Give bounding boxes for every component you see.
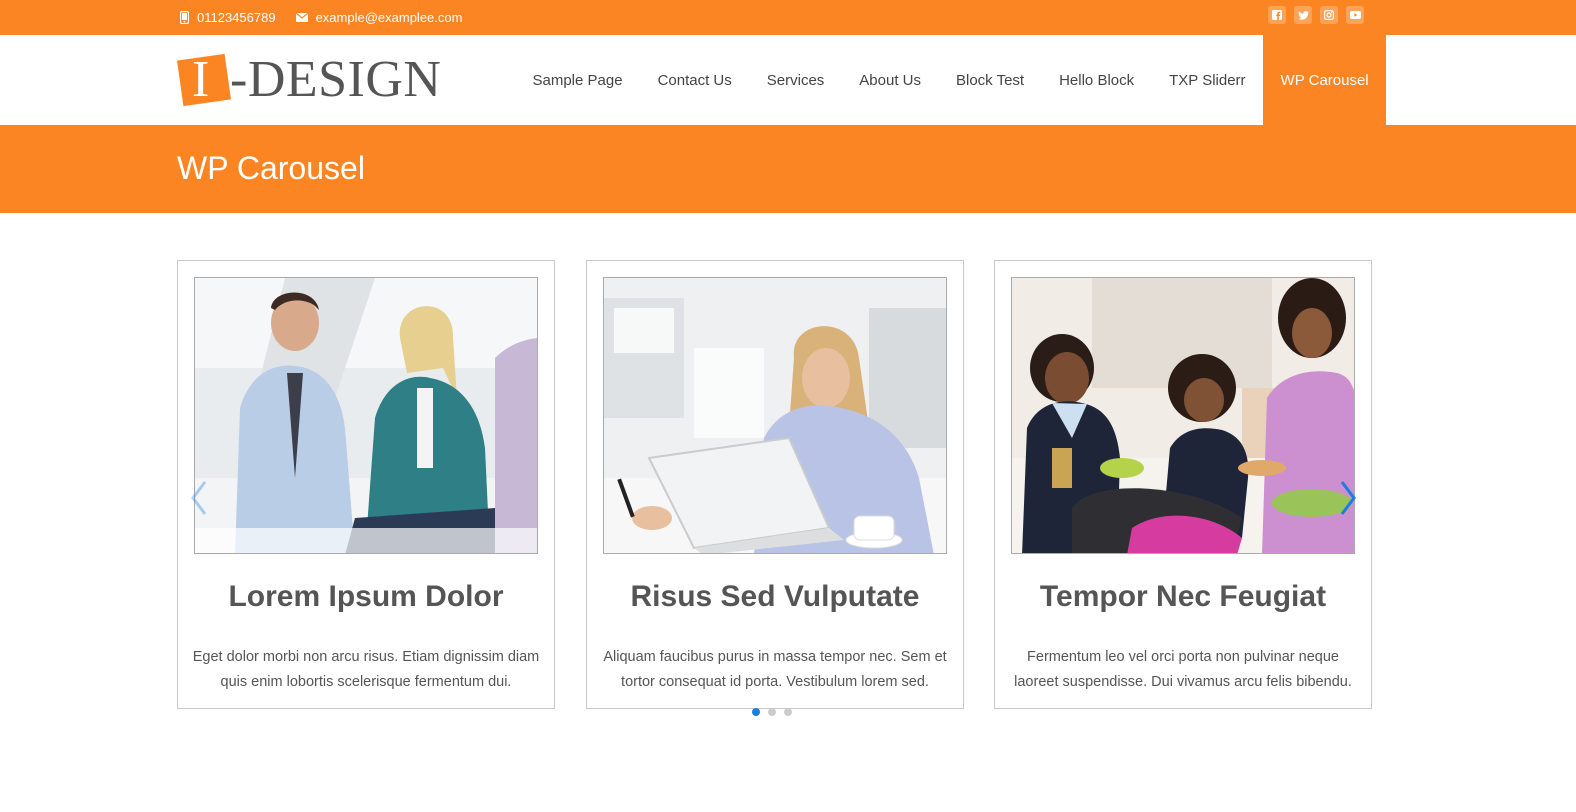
phone-number: 01123456789 [197,10,276,25]
top-bar: 01123456789 example@examplee.com [0,0,1576,35]
youtube-icon[interactable] [1346,6,1364,24]
card-title: Lorem Ipsum Dolor [228,580,504,613]
carousel: Lorem Ipsum Dolor Eget dolor morbi non a… [177,260,1372,720]
twitter-icon[interactable] [1294,6,1312,24]
social-links [1268,6,1364,24]
carousel-card: Lorem Ipsum Dolor Eget dolor morbi non a… [177,260,555,709]
card-title: Risus Sed Vulputate [630,580,920,613]
carousel-dot-3[interactable] [784,708,792,716]
nav-item-txp-sliderr[interactable]: TXP Sliderr [1152,35,1263,125]
nav-item-contact-us[interactable]: Contact Us [640,35,749,125]
carousel-dot-1[interactable] [752,708,760,716]
mail-icon [295,13,308,22]
nav-item-about-us[interactable]: About Us [842,35,939,125]
nav-item-sample-page[interactable]: Sample Page [515,35,640,125]
email-address[interactable]: example@examplee.com [316,10,463,25]
carousel-next-arrow[interactable] [1334,476,1364,520]
contact-info: 01123456789 example@examplee.com [180,0,462,35]
card-image-family-kitchen [1011,277,1355,554]
card-title: Tempor Nec Feugiat [1039,580,1327,613]
page-title: WP Carousel [177,150,365,186]
phone-info: 01123456789 [180,10,276,25]
site-logo[interactable]: I -DESIGN [177,51,448,111]
logo-text: -DESIGN [230,51,442,108]
nav-item-wp-carousel[interactable]: WP Carousel [1263,35,1387,125]
carousel-card: Tempor Nec Feugiat Fermentum leo vel orc… [994,260,1372,709]
facebook-icon[interactable] [1268,6,1286,24]
nav-item-hello-block[interactable]: Hello Block [1042,35,1152,125]
card-text: Aliquam faucibus purus in massa tempor n… [603,649,947,690]
nav-item-services[interactable]: Services [749,35,842,125]
page-title-bar: WP Carousel [0,125,1576,213]
instagram-icon[interactable] [1320,6,1338,24]
card-image-office-meeting [194,277,538,554]
card-image-woman-laptop [603,277,947,554]
site-header: I -DESIGN Sample Page Contact Us Service… [0,35,1576,125]
phone-icon [180,11,189,24]
nav-item-block-test[interactable]: Block Test [939,35,1042,125]
carousel-prev-arrow[interactable] [185,476,215,520]
email-info[interactable]: example@examplee.com [295,10,463,25]
carousel-dots [752,708,792,716]
card-text: Eget dolor morbi non arcu risus. Etiam d… [192,649,540,690]
carousel-card: Risus Sed Vulputate Aliquam faucibus pur… [586,260,964,709]
card-text: Fermentum leo vel orci porta non pulvina… [1014,649,1352,690]
carousel-dot-2[interactable] [768,708,776,716]
main-nav: Sample Page Contact Us Services About Us… [515,35,1387,125]
logo-mark-letter: I [192,51,210,108]
